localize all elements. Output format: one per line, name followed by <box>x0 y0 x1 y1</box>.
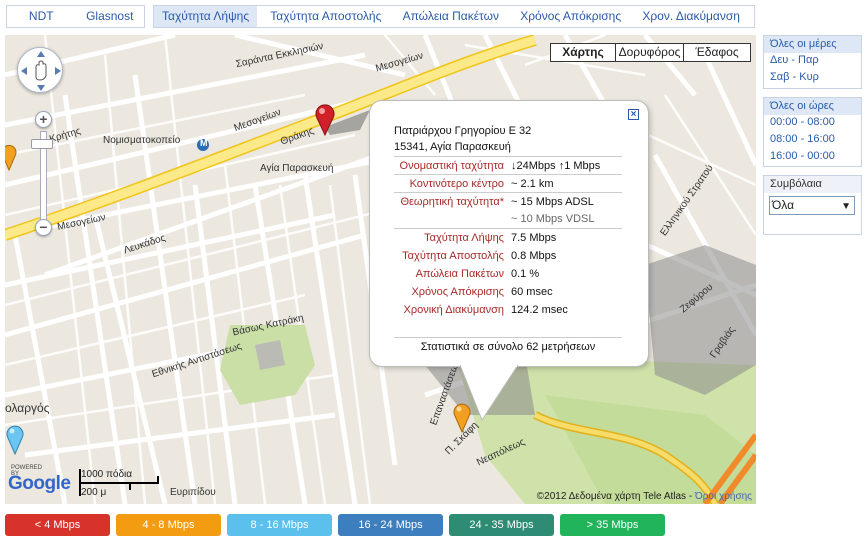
pan-control[interactable] <box>17 47 63 93</box>
tab-ndt[interactable]: NDT <box>7 6 76 27</box>
table-row: ~ 10 Mbps VDSL <box>394 211 622 229</box>
table-row: Χρόνος Απόκρισης 60 msec <box>394 283 622 301</box>
speed-legend: < 4 Mbps 4 - 8 Mbps 8 - 16 Mbps 16 - 24 … <box>5 514 665 536</box>
tab-upload-speed[interactable]: Ταχύτητα Αποστολής <box>262 6 389 27</box>
legend-item-gt35: > 35 Mbps <box>560 514 665 536</box>
address-line-2: 15341, Αγία Παρασκευή <box>394 141 511 153</box>
stat-value: 124.2 msec <box>511 303 568 316</box>
info-window-tail <box>460 364 519 422</box>
hours-08-16[interactable]: 08:00 - 16:00 <box>764 132 861 149</box>
scale-imperial: 1000 πόδια <box>81 469 133 480</box>
label-nomismatokopeio: Νομισματοκοπείο <box>103 135 181 146</box>
stat-value: 60 msec <box>511 285 553 298</box>
map-type-terrain-button[interactable]: Έδαφος <box>684 44 750 61</box>
legend-item-8-16: 8 - 16 Mbps <box>227 514 332 536</box>
stat-key: Ταχύτητα Αποστολής <box>402 249 504 262</box>
tab-response-time[interactable]: Χρόνος Απόκρισης <box>512 6 629 27</box>
label-agia-paraskevi: Αγία Παρασκευή <box>260 163 334 174</box>
attribution-text: ©2012 Δεδομένα χάρτη Tele Atlas - <box>536 491 695 502</box>
days-filter: Όλες οι μέρες Δευ - Παρ Σαβ - Κυρ <box>763 35 862 89</box>
map-attribution: ©2012 Δεδομένα χάρτη Tele Atlas - Όροι χ… <box>537 491 752 502</box>
days-all[interactable]: Όλες οι μέρες <box>764 36 861 53</box>
zoom-out-button[interactable]: − <box>35 219 52 236</box>
stat-key: Ταχύτητα Λήψης <box>394 228 511 247</box>
table-row: Απώλεια Πακέτων 0.1 % <box>394 265 622 283</box>
stat-key: Απώλεια Πακέτων <box>415 267 504 280</box>
close-icon[interactable]: × <box>628 109 639 120</box>
table-row: Θεωρητική ταχύτητα* ~ 15 Mbps ADSL <box>394 192 622 211</box>
hours-00-08[interactable]: 00:00 - 08:00 <box>764 115 861 132</box>
scale-bar: 1000 πόδια 200 μ <box>79 466 161 500</box>
contracts-label: Συμβόλαια <box>764 176 861 193</box>
stat-key: Χρόνος Απόκρισης <box>411 285 504 298</box>
zoom-slider-handle[interactable] <box>31 139 53 149</box>
table-row: Ταχύτητα Αποστολής 0.8 Mbps <box>394 247 622 265</box>
contracts-selected-value: Όλα <box>772 198 795 212</box>
marker-orange-edge[interactable] <box>5 143 19 171</box>
days-weekend[interactable]: Σαβ - Κυρ <box>764 70 861 87</box>
terms-link[interactable]: Όροι χρήσης <box>695 491 752 502</box>
stat-key: Θεωρητική ταχύτητα* <box>394 192 511 211</box>
tab-packet-loss[interactable]: Απώλεια Πακέτων <box>395 6 507 27</box>
legend-item-24-35: 24 - 35 Mbps <box>449 514 554 536</box>
stat-key: Χρονική Διακύμανση <box>403 303 505 316</box>
stat-value: 7.5 Mbps <box>511 228 622 247</box>
stat-value: 0.8 Mbps <box>511 249 557 262</box>
map-type-control: Χάρτης Δορυφόρος Έδαφος <box>550 43 751 62</box>
label-evripidou: Ευριπίδου <box>170 487 216 498</box>
hours-all[interactable]: Όλες οι ώρες <box>764 98 861 115</box>
metro-icon: M <box>200 138 208 148</box>
table-row: Ονομαστική ταχύτητα ↓24Mbps ↑1 Mbps <box>394 156 622 175</box>
table-row: Ταχύτητα Λήψης 7.5 Mbps <box>394 228 622 247</box>
stat-value: 0.1 % <box>511 267 540 280</box>
map-canvas[interactable]: Νομισματοκοπείο M Μεσογείων Μεσογείων Με… <box>5 35 756 504</box>
map-type-satellite-button[interactable]: Δορυφόρος <box>616 44 684 61</box>
metric-tabs: Ταχύτητα Λήψης Ταχύτητα Αποστολής Απώλει… <box>153 5 755 28</box>
hours-16-00[interactable]: 16:00 - 00:00 <box>764 149 861 166</box>
stat-key <box>394 211 511 229</box>
tab-download-speed[interactable]: Ταχύτητα Λήψης <box>154 6 258 27</box>
map-type-map-button[interactable]: Χάρτης <box>551 44 616 61</box>
info-window: × Πατριάρχου Γρηγορίου Ε 32 15341, Αγία … <box>370 101 648 366</box>
tab-glasnost[interactable]: Glasnost <box>76 6 145 27</box>
stat-key: Κοντινότερο κέντρο <box>394 174 511 193</box>
chevron-down-icon: ▼ <box>841 201 851 212</box>
label-cholargos: ολαργός <box>5 401 50 415</box>
days-weekdays[interactable]: Δευ - Παρ <box>764 53 861 70</box>
address-line-1: Πατριάρχου Γρηγορίου Ε 32 <box>394 125 532 137</box>
legend-item-16-24: 16 - 24 Mbps <box>338 514 443 536</box>
info-address: Πατριάρχου Γρηγορίου Ε 32 15341, Αγία Πα… <box>394 123 531 155</box>
table-row: Χρονική Διακύμανση 124.2 msec <box>394 301 622 319</box>
source-tabs: NDT Glasnost <box>6 5 145 28</box>
stat-key: Ονομαστική ταχύτητα <box>394 156 511 175</box>
info-stats-table: Ονομαστική ταχύτητα ↓24Mbps ↑1 Mbps Κοντι… <box>394 156 622 319</box>
stat-value: ~ 10 Mbps VDSL <box>511 213 595 226</box>
legend-item-4-8: 4 - 8 Mbps <box>116 514 221 536</box>
logo-name: Google <box>8 473 71 494</box>
table-row: Κοντινότερο κέντρο ~ 2.1 km <box>394 174 622 193</box>
pan-arrows-icon <box>21 51 61 91</box>
hours-filter: Όλες οι ώρες 00:00 - 08:00 08:00 - 16:00… <box>763 97 862 167</box>
scale-metric: 200 μ <box>81 487 107 498</box>
stat-value: ~ 15 Mbps ADSL <box>511 192 622 211</box>
marker-light-blue[interactable] <box>5 423 25 455</box>
contracts-select[interactable]: Όλα ▼ <box>769 196 855 215</box>
stat-value: ↓24Mbps ↑1 Mbps <box>511 156 622 175</box>
tab-jitter[interactable]: Χρον. Διακύμανση <box>634 6 748 27</box>
zoom-in-button[interactable]: + <box>35 111 52 128</box>
legend-item-lt4: < 4 Mbps <box>5 514 110 536</box>
marker-red[interactable] <box>314 102 336 136</box>
info-summary: Στατιστικά σε σύνολο 62 μετρήσεων <box>394 337 622 353</box>
stat-value: ~ 2.1 km <box>511 174 622 193</box>
contracts-filter: Συμβόλαια Όλα ▼ <box>763 175 862 235</box>
